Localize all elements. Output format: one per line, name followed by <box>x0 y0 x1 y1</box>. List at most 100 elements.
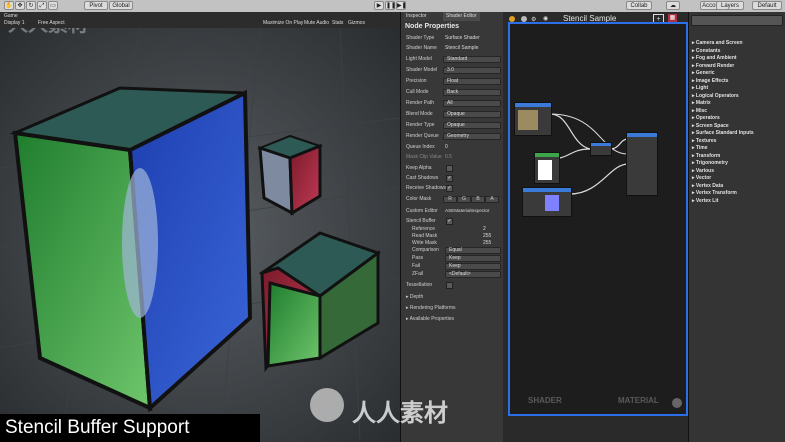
keep-alpha-checkbox[interactable] <box>446 165 453 172</box>
graph-canvas[interactable]: SHADER MATERIAL <box>508 22 688 416</box>
game-viewport[interactable]: 人人素材 <box>0 28 400 442</box>
pause-button[interactable]: ❚❚ <box>385 1 396 10</box>
category-item[interactable]: ▸ Vertex Lit <box>692 198 718 204</box>
tab-shader-editor[interactable]: Shader Editor <box>443 12 480 21</box>
color-mask-b[interactable]: B <box>471 196 485 203</box>
write-mask-field[interactable]: 255 <box>483 240 491 246</box>
render-queue-dropdown[interactable]: Geometry <box>443 133 501 140</box>
prop-label: Render Path <box>406 100 435 106</box>
category-item[interactable]: ▸ Screen Space <box>692 123 729 129</box>
hand-tool-button[interactable]: ✋ <box>4 1 14 10</box>
category-item[interactable]: ▸ Transform <box>692 153 720 159</box>
color-mask-a[interactable]: A <box>485 196 499 203</box>
prop-label: Fail <box>412 263 421 269</box>
precision-dropdown[interactable]: Float <box>443 78 501 85</box>
layout-dropdown[interactable]: Default <box>752 1 782 10</box>
category-item[interactable]: ▸ Operators <box>692 115 720 121</box>
foldout-depth[interactable]: ▸ Depth <box>406 294 423 300</box>
color-mask-r[interactable]: R <box>443 196 457 203</box>
move-tool-button[interactable]: ✥ <box>15 1 25 10</box>
cloud-icon[interactable]: ☁ <box>666 1 680 10</box>
color-node[interactable] <box>534 152 560 184</box>
category-item[interactable]: ▸ Fog and Ambient <box>692 55 737 61</box>
custom-editor-field[interactable]: ASEMaterialInspector <box>445 208 489 213</box>
category-item[interactable]: ▸ Textures <box>692 138 716 144</box>
shader-name-field[interactable]: Stencil Sample <box>445 45 478 51</box>
blend-mode-dropdown[interactable]: Opaque <box>443 111 501 118</box>
category-item[interactable]: ▸ Trigonometry <box>692 160 728 166</box>
category-item[interactable]: ▸ Various <box>692 168 714 174</box>
receive-shadows-checkbox[interactable]: ✓ <box>446 185 453 192</box>
category-item[interactable]: ▸ Constants <box>692 48 720 54</box>
render-type-dropdown[interactable]: Opaque <box>443 122 501 129</box>
rect-tool-button[interactable]: ▭ <box>48 1 58 10</box>
read-mask-field[interactable]: 255 <box>483 233 491 239</box>
game-tab[interactable]: Game <box>4 13 18 19</box>
tessellation-label: Tessellation <box>406 282 433 288</box>
category-item[interactable]: ▸ Misc <box>692 108 707 114</box>
pass-dropdown[interactable]: Keep <box>445 255 501 262</box>
watermark-top: 人人素材 <box>8 28 88 37</box>
inspector-panel: Inspector Shader Editor Node Properties … <box>400 12 503 442</box>
texture-sample-node[interactable] <box>514 102 552 136</box>
scale-tool-button[interactable]: ⤢ <box>37 1 47 10</box>
pivot-toggle[interactable]: Pivot <box>84 1 108 10</box>
play-button[interactable]: ▶ <box>374 1 384 10</box>
stencil-buffer-label: Stencil Buffer <box>406 218 436 224</box>
maximize-on-play-toggle[interactable]: Maximize On Play <box>263 20 303 26</box>
prop-label: Blend Mode <box>406 111 433 117</box>
category-item[interactable]: ▸ Surface Standard Inputs <box>692 130 754 136</box>
cast-shadows-checkbox[interactable]: ✓ <box>446 175 453 182</box>
stencil-buffer-checkbox[interactable]: ✓ <box>446 218 453 225</box>
category-item[interactable]: ▸ Time <box>692 145 708 151</box>
queue-index-field[interactable]: 0 <box>445 144 448 150</box>
shader-model-dropdown[interactable]: 3.0 <box>443 67 501 74</box>
category-item[interactable]: ▸ Camera and Screen <box>692 40 743 46</box>
search-input[interactable] <box>691 15 783 26</box>
focus-icon[interactable]: ◉ <box>543 15 548 22</box>
normal-map-node[interactable] <box>522 187 572 217</box>
gizmos-dropdown[interactable]: Gizmos <box>348 20 365 26</box>
stats-toggle[interactable]: Stats <box>332 20 343 26</box>
category-item[interactable]: ▸ Light <box>692 85 708 91</box>
output-node[interactable] <box>626 132 658 196</box>
render-path-dropdown[interactable]: All <box>443 100 501 107</box>
collab-dropdown[interactable]: Collab <box>626 1 652 10</box>
foldout-available-properties[interactable]: ▸ Available Properties <box>406 316 454 322</box>
shader-type-value: Surface Shader <box>445 35 480 41</box>
prop-label: Precision <box>406 78 427 84</box>
cull-mode-dropdown[interactable]: Back <box>443 89 501 96</box>
layers-dropdown[interactable]: Layers <box>716 1 744 10</box>
fail-dropdown[interactable]: Keep <box>445 263 501 270</box>
step-button[interactable]: ▶❚ <box>396 1 407 10</box>
category-item[interactable]: ▸ Forward Render <box>692 63 734 69</box>
category-item[interactable]: ▸ Matrix <box>692 100 711 106</box>
prop-label: Shader Name <box>406 45 437 51</box>
tab-inspector[interactable]: Inspector <box>403 12 430 21</box>
category-item[interactable]: ▸ Image Effects <box>692 78 728 84</box>
multiply-node[interactable] <box>590 142 612 156</box>
category-item[interactable]: ▸ Vector <box>692 175 711 181</box>
mute-audio-toggle[interactable]: Mute Audio <box>304 20 329 26</box>
category-item[interactable]: ▸ Vertex Data <box>692 183 723 189</box>
category-item[interactable]: ▸ Logical Operators <box>692 93 739 99</box>
zfail-dropdown[interactable]: <Default> <box>445 271 501 278</box>
material-preview-sphere <box>672 398 682 408</box>
comparison-dropdown[interactable]: Equal <box>445 247 501 254</box>
light-model-dropdown[interactable]: Standard <box>443 56 501 63</box>
mask-clip-field[interactable]: 0.5 <box>445 154 452 160</box>
category-item[interactable]: ▸ Vertex Transform <box>692 190 737 196</box>
aspect-dropdown[interactable]: Free Aspect <box>38 20 65 26</box>
display-dropdown[interactable]: Display 1 <box>4 20 25 26</box>
global-toggle[interactable]: Global <box>109 1 133 10</box>
prop-label: Read Mask <box>412 233 438 239</box>
rotate-tool-button[interactable]: ↻ <box>26 1 36 10</box>
tessellation-checkbox[interactable] <box>446 282 453 289</box>
scene-render <box>0 28 400 442</box>
reference-field[interactable]: 2 <box>483 226 486 232</box>
prop-label: Shader Type <box>406 35 435 41</box>
category-item[interactable]: ▸ Generic <box>692 70 715 76</box>
foldout-rendering-platforms[interactable]: ▸ Rendering Platforms <box>406 305 455 311</box>
prop-label: Mask Clip Value <box>406 154 442 160</box>
color-mask-g[interactable]: G <box>457 196 471 203</box>
